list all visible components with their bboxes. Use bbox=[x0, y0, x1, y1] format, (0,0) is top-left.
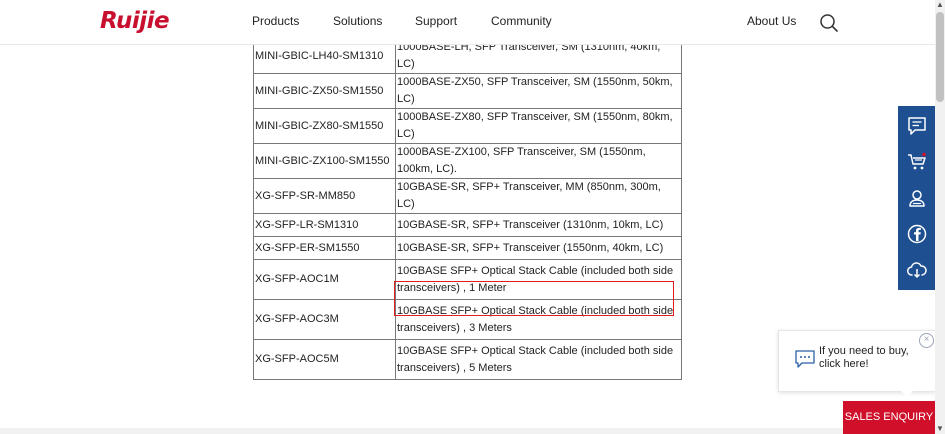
message-button[interactable] bbox=[898, 108, 935, 144]
chat-tail bbox=[899, 389, 915, 397]
horizontal-scrollbar[interactable] bbox=[0, 428, 935, 434]
ruijie-logo[interactable]: Ruijie bbox=[100, 8, 170, 34]
table-row: XG-SFP-ER-SM1550 10GBASE-SR, SFP+ Transce… bbox=[253, 236, 682, 260]
table-row: XG-SFP-SR-MM850 10GBASE-SR, SFP+ Transcei… bbox=[253, 178, 682, 214]
nav-solutions[interactable]: Solutions bbox=[333, 14, 382, 28]
scroll-down-arrow-icon[interactable]: ▼ bbox=[935, 424, 945, 434]
page-scrollbar[interactable]: ▲ ▼ bbox=[935, 0, 945, 434]
table-row: XG-SFP-AOC3M 10GBASE SFP+ Optical Stack C… bbox=[253, 299, 682, 340]
table-row: MINI-GBIC-ZX100-SM1550 1000BASE-ZX100, SF… bbox=[253, 143, 682, 179]
description-cell: 10GBASE-SR, SFP+ Transceiver (1550nm, 40… bbox=[395, 236, 682, 260]
model-cell: XG-SFP-AOC1M bbox=[253, 259, 396, 300]
model-cell: MINI-GBIC-ZX100-SM1550 bbox=[253, 143, 396, 179]
download-icon bbox=[906, 262, 927, 279]
site-header: Ruijie Products Solutions Support Commun… bbox=[0, 0, 935, 45]
facebook-icon bbox=[907, 224, 926, 244]
cart-button[interactable] bbox=[898, 144, 935, 180]
description-cell: 10GBASE-SR, SFP+ Transceiver (1310nm, 10… bbox=[395, 213, 682, 237]
description-cell: 10GBASE SFP+ Optical Stack Cable (includ… bbox=[395, 299, 682, 340]
table-row: XG-SFP-AOC5M 10GBASE SFP+ Optical Stack C… bbox=[253, 339, 682, 380]
model-cell: XG-SFP-SR-MM850 bbox=[253, 178, 396, 214]
nav-about-us[interactable]: About Us bbox=[747, 14, 796, 28]
scroll-up-arrow-icon[interactable]: ▲ bbox=[935, 0, 945, 10]
cart-icon bbox=[907, 152, 926, 170]
model-cell: XG-SFP-LR-SM1310 bbox=[253, 213, 396, 237]
download-button[interactable] bbox=[898, 252, 935, 288]
table-row: XG-SFP-AOC1M 10GBASE SFP+ Optical Stack C… bbox=[253, 259, 682, 300]
model-cell: MINI-GBIC-ZX50-SM1550 bbox=[253, 73, 396, 109]
model-cell: XG-SFP-AOC5M bbox=[253, 339, 396, 380]
table-row: MINI-GBIC-ZX80-SM1550 1000BASE-ZX80, SFP … bbox=[253, 108, 682, 144]
model-cell: XG-SFP-ER-SM1550 bbox=[253, 236, 396, 260]
description-cell: 1000BASE-ZX80, SFP Transceiver, SM (1550… bbox=[395, 108, 682, 144]
buy-chat-popup[interactable]: If you need to buy, click here! × bbox=[778, 330, 936, 397]
table-row: MINI-GBIC-ZX50-SM1550 1000BASE-ZX50, SFP … bbox=[253, 73, 682, 109]
facebook-button[interactable] bbox=[898, 216, 935, 252]
nav-support[interactable]: Support bbox=[415, 14, 457, 28]
search-icon[interactable] bbox=[819, 13, 839, 33]
nav-products[interactable]: Products bbox=[252, 14, 299, 28]
contact-button[interactable] bbox=[898, 180, 935, 216]
message-icon bbox=[907, 117, 926, 135]
chat-prompt-text[interactable]: If you need to buy, click here! bbox=[819, 345, 929, 371]
model-cell: MINI-GBIC-ZX80-SM1550 bbox=[253, 108, 396, 144]
scroll-thumb[interactable] bbox=[936, 12, 944, 102]
table-row: XG-SFP-LR-SM1310 10GBASE-SR, SFP+ Transce… bbox=[253, 213, 682, 237]
chat-bubble-icon bbox=[795, 350, 815, 368]
description-cell: 1000BASE-ZX100, SFP Transceiver, SM (155… bbox=[395, 143, 682, 179]
description-cell: 10GBASE SFP+ Optical Stack Cable (includ… bbox=[395, 339, 682, 380]
description-cell: 1000BASE-ZX50, SFP Transceiver, SM (1550… bbox=[395, 73, 682, 109]
nav-community[interactable]: Community bbox=[491, 14, 552, 28]
description-cell: 10GBASE-SR, SFP+ Transceiver, MM (850nm,… bbox=[395, 178, 682, 214]
description-cell: 10GBASE SFP+ Optical Stack Cable (includ… bbox=[395, 259, 682, 300]
sales-enquiry-button[interactable]: SALES ENQUIRY bbox=[843, 401, 935, 434]
close-icon[interactable]: × bbox=[919, 333, 934, 348]
transceiver-table: MINI-GBIC-LH40-SM1310 1000BASE-LH, SFP Tr… bbox=[253, 38, 682, 380]
contact-icon bbox=[908, 190, 925, 207]
model-cell: XG-SFP-AOC3M bbox=[253, 299, 396, 340]
floating-toolbar bbox=[898, 106, 935, 290]
